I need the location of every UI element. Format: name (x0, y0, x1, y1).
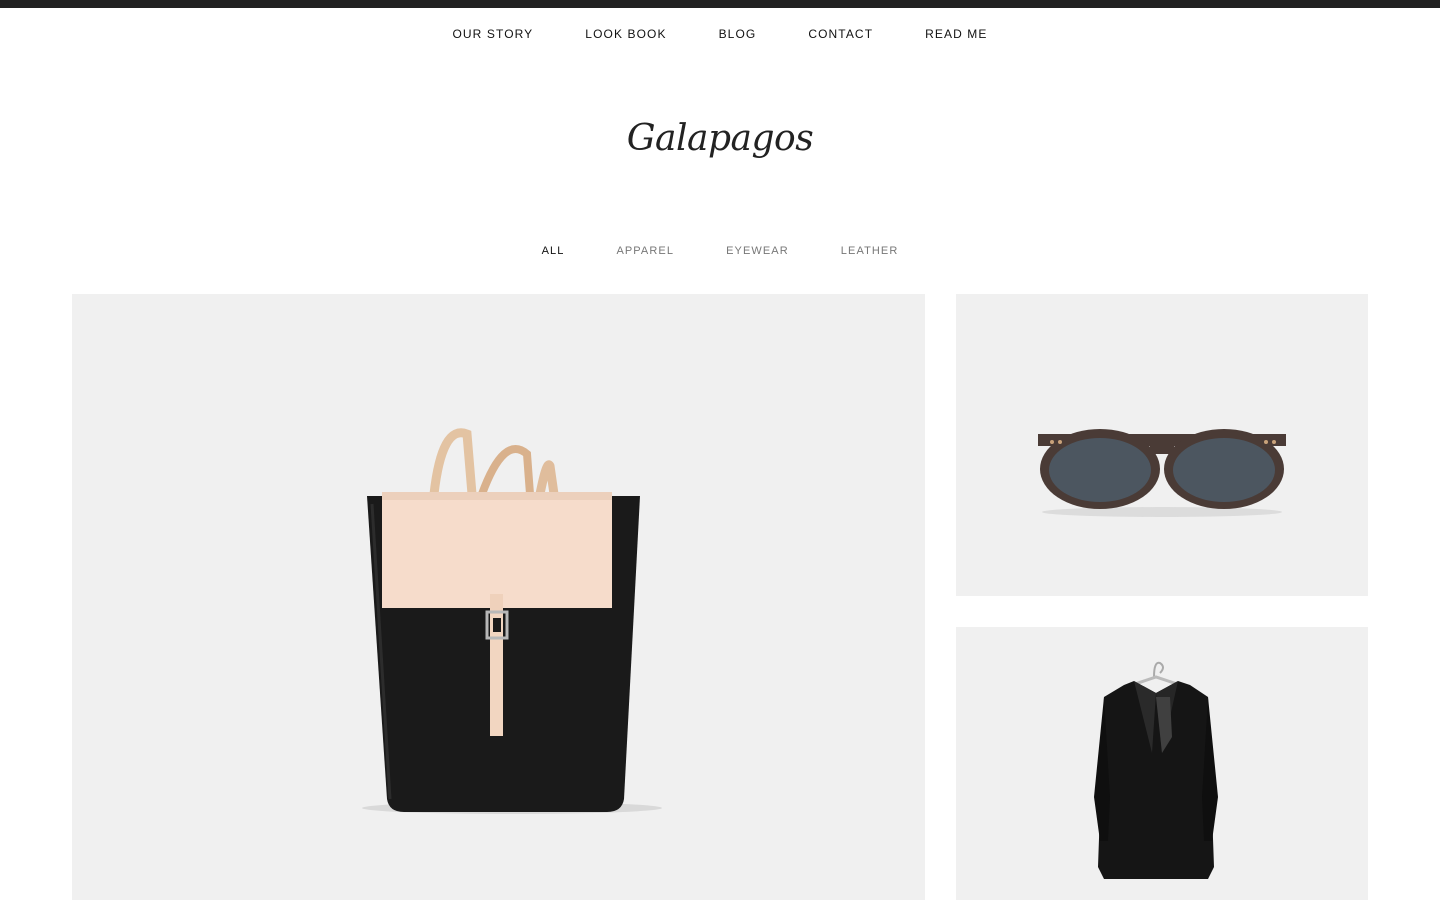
nav-item-look-book[interactable]: LOOK BOOK (585, 26, 666, 42)
nav-item-read-me[interactable]: READ ME (925, 26, 987, 42)
filter-leather[interactable]: LEATHER (841, 243, 899, 259)
nav-item-contact[interactable]: CONTACT (808, 26, 873, 42)
product-tile-blazer[interactable] (956, 627, 1368, 900)
blazer-image (1094, 661, 1218, 879)
main-nav: OUR STORY LOOK BOOK BLOG CONTACT READ ME (0, 26, 1440, 42)
nav-item-our-story[interactable]: OUR STORY (452, 26, 533, 42)
nav-item-blog[interactable]: BLOG (719, 26, 757, 42)
category-filters: ALL APPAREL EYEWEAR LEATHER (0, 243, 1440, 259)
filter-eyewear[interactable]: EYEWEAR (726, 243, 789, 259)
product-tile-backpack[interactable] (72, 294, 925, 900)
backpack-image (362, 428, 662, 814)
filter-apparel[interactable]: APPAREL (616, 243, 674, 259)
sunglasses-image (1038, 429, 1286, 517)
site-title[interactable]: Galapagos (0, 118, 1440, 159)
product-tile-sunglasses[interactable] (956, 294, 1368, 596)
top-bar (0, 0, 1440, 8)
filter-all[interactable]: ALL (542, 243, 565, 259)
